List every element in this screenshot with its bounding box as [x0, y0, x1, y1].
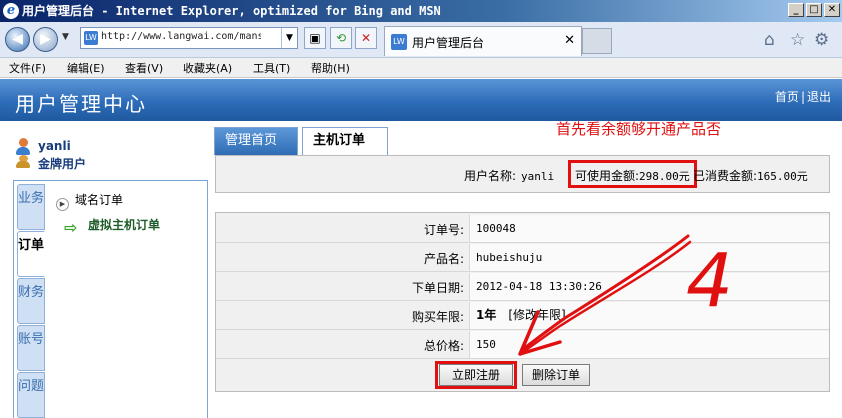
sidebar-tab-orders[interactable]: 订单 — [17, 231, 45, 277]
history-dropdown-icon[interactable]: ▼ — [62, 32, 69, 42]
tree-item-domain-orders[interactable]: ▶ 域名订单 — [56, 191, 123, 211]
balance-username: 用户名称: yanli — [464, 167, 554, 184]
refresh-icon: ⟲ — [335, 31, 347, 45]
available-balance: 可使用金额:298.00元 — [568, 160, 697, 188]
menu-file[interactable]: 文件(F) — [9, 60, 46, 76]
menu-tools[interactable]: 工具(T) — [253, 60, 290, 76]
stop-icon: ✕ — [360, 31, 372, 45]
sidebar-tab-questions[interactable]: 问题 — [17, 372, 45, 418]
stop-button[interactable]: ✕ — [355, 27, 377, 49]
settings-gear-icon[interactable]: ⚙ — [814, 30, 829, 50]
logout-link[interactable]: 退出 — [807, 90, 831, 104]
current-arrow-icon: ⇨ — [64, 218, 78, 237]
close-window-button[interactable]: ✕ — [824, 3, 840, 17]
modify-years-link[interactable]: [修改年限] — [508, 308, 565, 322]
maximize-button[interactable]: □ — [806, 3, 822, 17]
username-value: yanli — [521, 170, 555, 183]
tree-item-label: 域名订单 — [75, 193, 124, 207]
annotation-step-number: 4 — [686, 238, 734, 324]
menu-edit[interactable]: 编辑(E) — [67, 60, 105, 76]
ie-logo-icon: e — [3, 3, 19, 19]
tree-item-hosting-orders[interactable]: 虚拟主机订单 — [88, 216, 160, 233]
back-arrow-icon: ◀ — [12, 31, 23, 47]
row-label: 产品名: — [423, 252, 464, 266]
sidebar-tab-business[interactable]: 业务 — [17, 184, 45, 230]
refresh-button[interactable]: ⟲ — [330, 27, 352, 49]
available-label: 可使用金额: — [575, 169, 640, 183]
browser-tab[interactable]: LW 用户管理后台 ✕ — [384, 26, 582, 56]
order-date: 2012-04-18 13:30:26 — [469, 273, 829, 300]
table-row: 产品名: hubeishuju — [216, 244, 829, 272]
url-text[interactable]: http://www.langwai.com/mans — [101, 31, 261, 42]
header-links: 首页 | 退出 — [775, 88, 831, 105]
username: yanli — [38, 139, 71, 153]
compatibility-view-button[interactable]: ▣ — [304, 27, 326, 49]
favorites-star-icon[interactable]: ☆ — [790, 30, 805, 50]
menu-favorites[interactable]: 收藏夹(A) — [183, 60, 232, 76]
minimize-button[interactable]: _ — [788, 3, 804, 17]
menu-bar: 文件(F) 编辑(E) 查看(V) 收藏夹(A) 工具(T) 帮助(H) — [0, 58, 842, 78]
row-label: 总价格: — [423, 339, 464, 353]
total-price: 150 — [469, 331, 829, 358]
compatibility-icon: ▣ — [309, 31, 321, 45]
table-row: 购买年限: 1年 [修改年限] — [216, 302, 829, 330]
table-row: 订单号: 100048 — [216, 215, 829, 243]
years-value: 1年 — [476, 308, 497, 322]
spent-label: 已消费金额: — [693, 169, 758, 183]
url-dropdown-icon[interactable]: ▼ — [281, 28, 297, 48]
tab-label: 用户管理后台 — [412, 36, 485, 50]
address-bar[interactable]: LW http://www.langwai.com/mans ▼ — [80, 27, 298, 49]
page-title: 用户管理中心 — [15, 92, 147, 116]
spent-balance: 已消费金额:165.00元 — [693, 167, 808, 184]
home-link[interactable]: 首页 — [775, 90, 799, 104]
product-name: hubeishuju — [469, 244, 829, 271]
user-level: 金牌用户 — [38, 157, 87, 171]
row-label: 购买年限: — [411, 310, 464, 324]
address-toolbar: ◀ ▶ ▼ LW http://www.langwai.com/mans ▼ ▣… — [0, 22, 842, 58]
new-tab-button[interactable] — [582, 28, 612, 54]
home-icon[interactable]: ⌂ — [764, 30, 775, 50]
back-button[interactable]: ◀ — [5, 27, 30, 52]
window-title: 用户管理后台 - Internet Explorer, optimized fo… — [22, 4, 441, 18]
row-label: 下单日期: — [411, 281, 464, 295]
available-value: 298.00元 — [639, 170, 690, 183]
order-number: 100048 — [469, 215, 829, 242]
header-separator: | — [800, 90, 805, 104]
delete-order-button[interactable]: 删除订单 — [522, 364, 590, 386]
tab-host-orders[interactable]: 主机订单 — [302, 127, 388, 156]
sidebar-tab-account[interactable]: 账号 — [17, 325, 45, 371]
purchase-years: 1年 [修改年限] — [469, 302, 829, 329]
window-title-bar: e 用户管理后台 - Internet Explorer, optimized … — [0, 0, 842, 22]
forward-button[interactable]: ▶ — [33, 27, 58, 52]
register-now-button[interactable]: 立即注册 — [439, 364, 513, 386]
user-avatar-icon — [16, 138, 30, 168]
tab-favicon-icon: LW — [391, 34, 407, 50]
tab-admin-home[interactable]: 管理首页 — [214, 127, 298, 155]
table-row: 下单日期: 2012-04-18 13:30:26 — [216, 273, 829, 301]
menu-view[interactable]: 查看(V) — [125, 60, 163, 76]
row-label: 订单号: — [423, 223, 464, 237]
table-row: 总价格: 150 — [216, 331, 829, 359]
sidebar-tab-finance[interactable]: 财务 — [17, 278, 45, 324]
site-favicon-icon: LW — [84, 31, 98, 45]
forward-arrow-icon: ▶ — [40, 31, 51, 47]
tab-close-icon[interactable]: ✕ — [564, 33, 575, 48]
page-header: 用户管理中心 首页 | 退出 — [0, 79, 842, 121]
username-label: 用户名称: — [464, 169, 517, 183]
spent-value: 165.00元 — [757, 170, 808, 183]
menu-help[interactable]: 帮助(H) — [311, 60, 350, 76]
balance-bar: 用户名称: yanli 可使用金额:298.00元 已消费金额:165.00元 — [215, 155, 830, 193]
annotation-note: 首先看余额够开通产品否 — [556, 120, 722, 138]
expand-arrow-icon: ▶ — [56, 198, 69, 211]
